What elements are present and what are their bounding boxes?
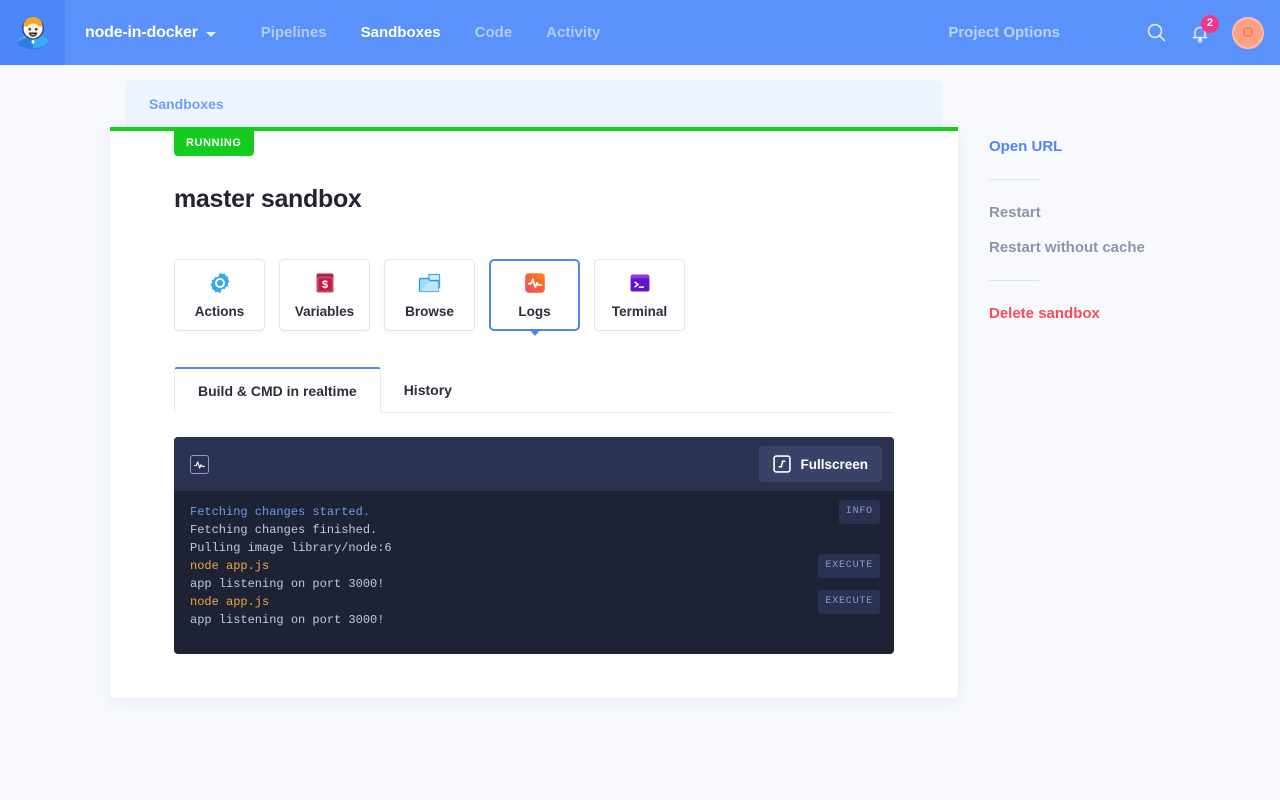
tile-logs[interactable]: Logs (489, 259, 580, 336)
log-line: Fetching changes started. INFO (174, 500, 894, 524)
log-line-text: Fetching changes finished. (190, 523, 378, 537)
search-icon (1147, 23, 1165, 42)
log-tabs: Build & CMD in realtime History (174, 367, 894, 413)
breadcrumb-link-sandboxes[interactable]: Sandboxes (149, 96, 224, 112)
notifications-button[interactable]: 2 (1180, 13, 1220, 53)
delete-sandbox-link[interactable]: Delete sandbox (989, 305, 1189, 322)
tile-variables[interactable]: $ Variables (279, 259, 370, 331)
fullscreen-icon (773, 455, 792, 473)
sandbox-card: RUNNING master sandbox Actions $ Variabl… (110, 127, 958, 698)
sandbox-actions-sidebar: Open URL Restart Restart without cache D… (989, 138, 1189, 322)
main-nav: Pipelines Sandboxes Code Activity (244, 24, 618, 41)
nav-item-activity[interactable]: Activity (529, 24, 617, 41)
tile-label-variables: Variables (294, 304, 355, 319)
terminal-icon (630, 274, 649, 292)
restart-without-cache-link[interactable]: Restart without cache (989, 239, 1189, 256)
log-line: node app.js EXECUTE (174, 590, 894, 614)
log-line: Fetching changes finished. (174, 521, 894, 539)
status-badge: RUNNING (174, 131, 254, 156)
log-line-tag: EXECUTE (818, 590, 880, 614)
tile-actions[interactable]: Actions (174, 259, 265, 331)
fullscreen-label: Fullscreen (800, 456, 868, 472)
search-button[interactable] (1136, 13, 1176, 53)
tile-label-actions: Actions (194, 304, 245, 319)
log-line: Pulling image library/node:6 (174, 539, 894, 557)
buddy-astronaut-logo (17, 16, 48, 49)
log-line-text: app listening on port 3000! (190, 613, 385, 627)
restart-link[interactable]: Restart (989, 204, 1189, 221)
console-output[interactable]: Fetching changes started. INFO Fetching … (174, 491, 894, 629)
chevron-down-icon (205, 31, 216, 37)
header-actions: Project Options 2 O (948, 13, 1280, 53)
app-logo[interactable] (0, 0, 65, 65)
sidebar-divider (989, 179, 1039, 180)
pulse-box-icon (190, 454, 209, 474)
svg-text:$: $ (321, 279, 327, 291)
gear-icon (210, 272, 229, 294)
log-line-text: node app.js (190, 595, 270, 609)
log-line: app listening on port 3000! (174, 611, 894, 629)
sidebar-divider (989, 280, 1039, 281)
log-line-text: Fetching changes started. (190, 505, 371, 519)
user-avatar[interactable]: O (1232, 16, 1264, 49)
sandbox-tool-tiles: Actions $ Variables Browse Logs Terminal (174, 259, 685, 336)
project-switcher[interactable]: node-in-docker (85, 24, 216, 42)
log-line-text: Pulling image library/node:6 (190, 541, 392, 555)
project-options-button[interactable]: Project Options (948, 24, 1060, 41)
top-header: node-in-docker Pipelines Sandboxes Code … (0, 0, 1280, 65)
log-line-tag: EXECUTE (818, 554, 880, 578)
log-line: app listening on port 3000! (174, 575, 894, 593)
pulse-glyph-icon (193, 460, 206, 469)
tile-label-logs: Logs (518, 304, 551, 319)
open-url-link[interactable]: Open URL (989, 138, 1189, 155)
console-toolbar: Fullscreen (174, 437, 894, 491)
tile-label-browse: Browse (405, 304, 454, 319)
nav-item-code[interactable]: Code (458, 24, 530, 41)
tile-terminal[interactable]: Terminal (594, 259, 685, 331)
log-line: node app.js EXECUTE (174, 554, 894, 578)
nav-item-pipelines[interactable]: Pipelines (244, 24, 344, 41)
log-line-text: node app.js (190, 559, 270, 573)
fullscreen-button[interactable]: Fullscreen (759, 446, 882, 482)
tab-history[interactable]: History (381, 367, 475, 412)
folder-icon (418, 273, 440, 293)
log-line-text: app listening on port 3000! (190, 577, 385, 591)
project-name: node-in-docker (85, 23, 198, 41)
log-line-tag: INFO (838, 500, 880, 524)
pulse-icon (524, 273, 545, 293)
tab-build-cmd-realtime[interactable]: Build & CMD in realtime (174, 367, 381, 413)
log-console: Fullscreen Fetching changes started. INF… (174, 437, 894, 654)
notification-count-badge: 2 (1201, 14, 1219, 33)
book-dollar-icon: $ (316, 273, 333, 293)
page-title: master sandbox (174, 185, 362, 213)
tile-label-terminal: Terminal (611, 304, 668, 319)
breadcrumb-panel: Sandboxes (125, 80, 943, 130)
nav-item-sandboxes[interactable]: Sandboxes (344, 24, 458, 41)
tile-browse[interactable]: Browse (384, 259, 475, 331)
